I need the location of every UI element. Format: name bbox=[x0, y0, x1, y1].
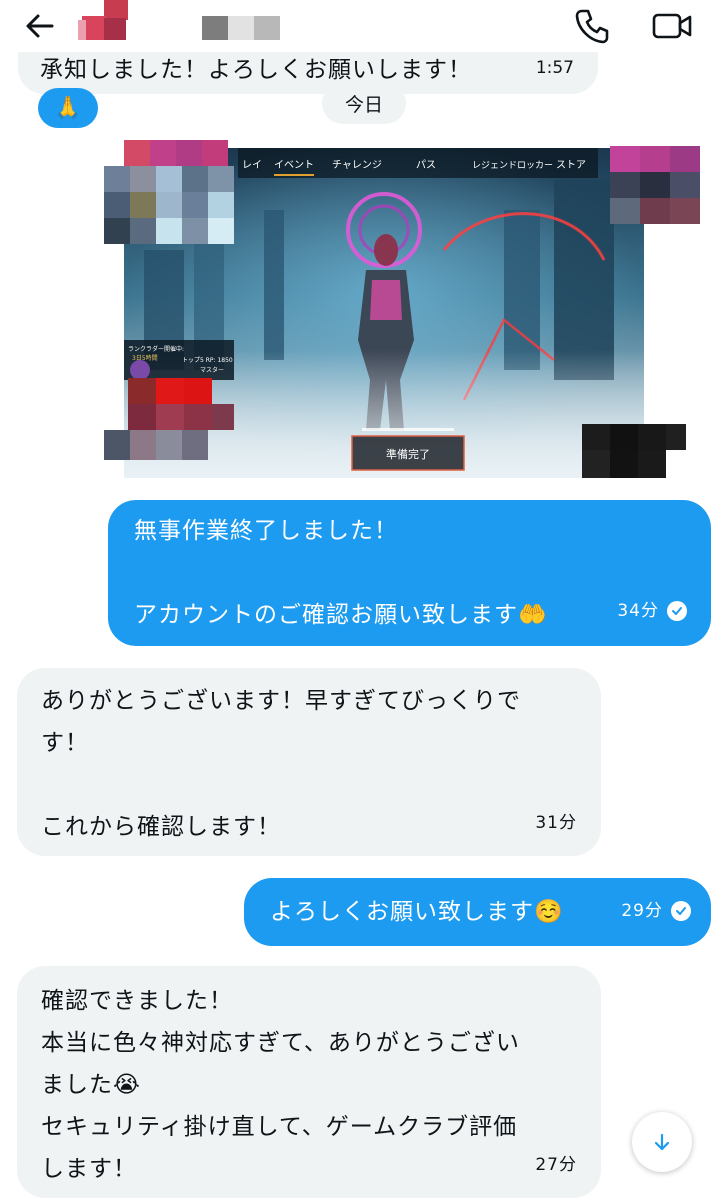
rank-tier: マスター bbox=[200, 366, 224, 374]
read-check-icon bbox=[667, 601, 687, 621]
game-tab: ストア bbox=[556, 160, 586, 171]
message-meta: 27分 bbox=[535, 1144, 577, 1186]
message-time: 27分 bbox=[535, 1155, 577, 1175]
game-tab: チャレンジ bbox=[332, 159, 382, 171]
arrow-left-icon bbox=[26, 14, 54, 38]
video-camera-icon bbox=[652, 13, 692, 39]
message-text: セキュリティ掛け直して、ゲームクラブ評価 bbox=[41, 1114, 518, 1140]
phone-icon bbox=[575, 9, 609, 44]
conversation-header bbox=[0, 0, 727, 52]
back-button[interactable] bbox=[22, 8, 58, 44]
contact-name bbox=[202, 16, 282, 40]
scroll-to-bottom-button[interactable] bbox=[632, 1112, 692, 1172]
message-text: す！ bbox=[41, 730, 89, 756]
message-time: 29分 bbox=[621, 901, 663, 921]
date-separator: 今日 bbox=[322, 82, 406, 124]
game-screenshot: レイ イベント チャレンジ パス レジェンドロッカー ストア ランクラダー開催中… bbox=[104, 140, 710, 494]
game-tab: イベント bbox=[274, 159, 314, 171]
rank-points: トップ5 RP: 1850 bbox=[182, 357, 233, 364]
video-call-button[interactable] bbox=[650, 6, 696, 46]
rank-label: ランクラダー開催中: bbox=[128, 345, 184, 353]
pray-emoji: 🙏 bbox=[54, 95, 82, 121]
message-text: 確認できました！ bbox=[41, 988, 233, 1014]
message-meta: 34分 bbox=[617, 590, 687, 632]
message-text bbox=[41, 764, 601, 806]
message-text: します！ bbox=[41, 1156, 137, 1182]
game-tab: レジェンドロッカー bbox=[472, 160, 553, 171]
message-meta: 31分 bbox=[535, 802, 577, 844]
ready-button: 準備完了 bbox=[386, 447, 430, 461]
previous-message-text: 承知しました！よろしくお願いします！ bbox=[40, 57, 472, 83]
message-text: これから確認します！ bbox=[41, 814, 281, 840]
previous-message-time: 1:57 bbox=[535, 58, 574, 78]
message-time: 31分 bbox=[535, 813, 577, 833]
rank-timer: 3日5時間 bbox=[132, 354, 158, 362]
message-bubble-received[interactable]: ありがとうございます！早すぎてびっくりで す！ これから確認します！ 31分 bbox=[17, 668, 601, 856]
game-tab: レイ bbox=[242, 160, 262, 171]
message-text bbox=[134, 552, 711, 594]
message-text: 無事作業終了しました！ bbox=[134, 518, 398, 544]
game-tab: パス bbox=[416, 159, 436, 171]
avatar[interactable] bbox=[78, 0, 130, 40]
message-bubble-sent[interactable]: 無事作業終了しました！ アカウントのご確認お願い致します🤲 34分 bbox=[108, 500, 711, 646]
message-bubble-sent[interactable]: よろしくお願い致します☺️ 29分 bbox=[244, 878, 711, 946]
read-check-icon bbox=[671, 901, 691, 921]
message-text: ありがとうございます！早すぎてびっくりで bbox=[41, 688, 521, 714]
message-text: ました😭 bbox=[41, 1072, 141, 1098]
message-bubble-received[interactable]: 確認できました！ 本当に色々神対応すぎて、ありがとうござい ました😭 セキュリテ… bbox=[17, 966, 601, 1198]
call-button[interactable] bbox=[572, 6, 612, 46]
message-time: 34分 bbox=[617, 601, 659, 621]
arrow-down-icon bbox=[654, 1133, 670, 1151]
message-meta: 29分 bbox=[621, 890, 691, 932]
reaction-badge[interactable]: 🙏 bbox=[38, 88, 98, 128]
message-text: 本当に色々神対応すぎて、ありがとうござい bbox=[41, 1030, 520, 1056]
image-message[interactable]: レイ イベント チャレンジ パス レジェンドロッカー ストア ランクラダー開催中… bbox=[104, 140, 710, 494]
